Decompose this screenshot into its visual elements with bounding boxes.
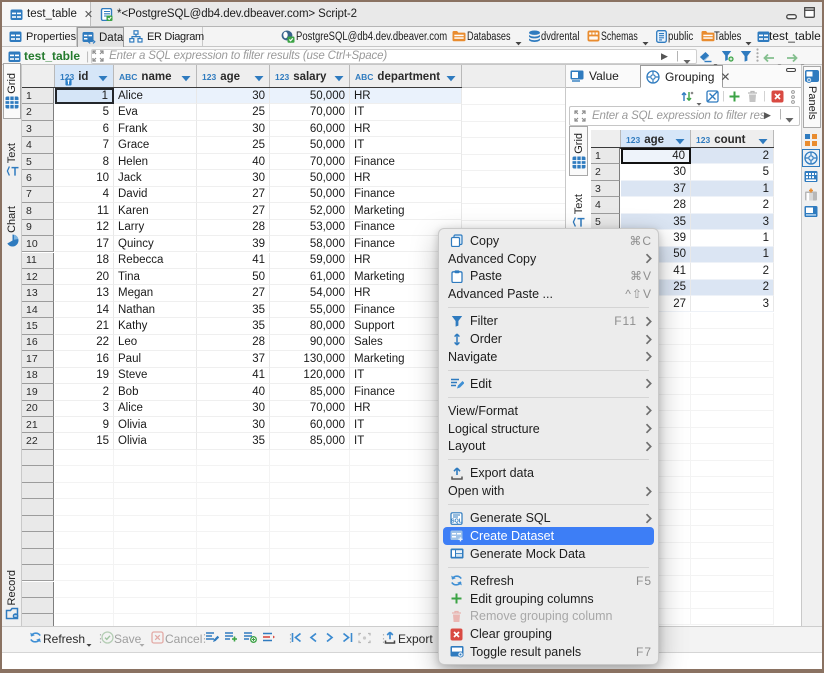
svg-text:SQL: SQL	[451, 518, 463, 524]
